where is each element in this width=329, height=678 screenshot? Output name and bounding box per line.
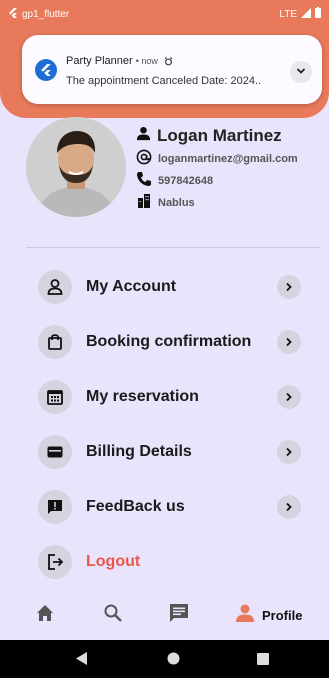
notification-app-name: Party Planner [66, 55, 133, 67]
feedback-icon [38, 490, 72, 524]
notification-card[interactable]: Party Planner • now The appointment Canc… [22, 35, 322, 104]
nav-home[interactable] [34, 602, 56, 629]
nav-profile-label: Profile [262, 608, 303, 623]
chevron-right-icon [277, 385, 301, 409]
menu-item-billing-details[interactable]: Billing Details [38, 435, 301, 469]
menu-item-my-reservation[interactable]: My reservation [38, 380, 301, 414]
user-info: Logan Martinez loganmartinez@gmail.com 5… [136, 126, 298, 212]
flutter-icon [8, 7, 18, 21]
menu-item-feedback[interactable]: FeedBack us [38, 490, 301, 524]
user-name: Logan Martinez [157, 126, 282, 145]
menu-item-my-account[interactable]: My Account [38, 270, 301, 304]
home-icon [34, 602, 56, 629]
card-icon [38, 435, 72, 469]
status-bar: gp1_flutter LTE [0, 0, 329, 28]
chevron-right-icon [277, 275, 301, 299]
nav-search[interactable] [102, 602, 124, 629]
person-outline-icon [38, 270, 72, 304]
user-email: loganmartinez@gmail.com [158, 152, 298, 165]
chat-icon [168, 602, 190, 629]
bag-icon [38, 325, 72, 359]
chevron-right-icon [277, 330, 301, 354]
chevron-right-icon [277, 495, 301, 519]
divider [26, 247, 321, 248]
signal-icon [301, 7, 311, 21]
battery-icon [315, 7, 321, 21]
profile-icon [234, 602, 256, 629]
home-button[interactable] [167, 652, 180, 670]
system-navigation-bar [0, 640, 329, 678]
logout-icon [38, 545, 72, 579]
notification-time: now [141, 56, 158, 66]
bottom-navigation: Profile [0, 590, 329, 640]
person-icon [136, 126, 151, 146]
recents-button[interactable] [257, 652, 269, 670]
party-planner-app-icon [35, 59, 57, 81]
expand-notification-button[interactable] [290, 61, 312, 83]
calendar-icon [38, 380, 72, 414]
phone-icon [136, 171, 152, 190]
menu-label-my-account: My Account [86, 278, 177, 295]
logout-label: Logout [86, 553, 141, 570]
search-icon [102, 602, 124, 629]
at-icon [136, 149, 152, 168]
alarm-icon [161, 55, 173, 67]
city-icon [136, 193, 152, 212]
avatar [26, 117, 126, 217]
back-button[interactable] [76, 652, 88, 670]
chevron-down-icon [296, 63, 306, 81]
menu-item-booking-confirmation[interactable]: Booking confirmation [38, 325, 301, 359]
logout-button[interactable]: Logout [38, 545, 301, 579]
nav-profile[interactable]: Profile [234, 602, 302, 629]
network-label: LTE [279, 8, 297, 20]
notification-message: The appointment Canceled Date: 2024.. [66, 75, 262, 87]
chevron-right-icon [277, 440, 301, 464]
notification-title: Party Planner • now [66, 55, 173, 67]
status-app-name: gp1_flutter [22, 8, 70, 20]
menu-label-billing-details: Billing Details [86, 443, 192, 460]
nav-messages[interactable] [168, 602, 190, 629]
user-city: Nablus [158, 196, 195, 209]
menu-label-my-reservation: My reservation [86, 388, 199, 405]
menu-label-booking-confirmation: Booking confirmation [86, 333, 252, 350]
user-phone: 597842648 [158, 174, 214, 187]
menu-label-feedback: FeedBack us [86, 498, 185, 515]
